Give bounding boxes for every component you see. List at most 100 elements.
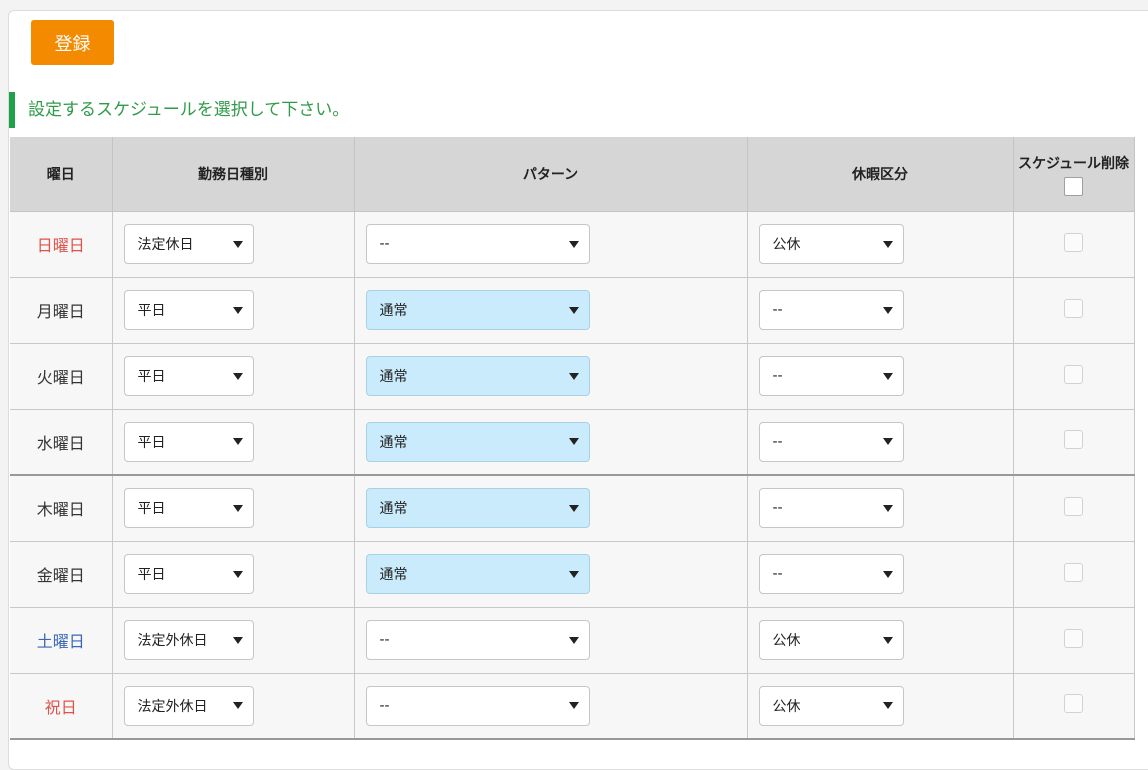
chevron-down-icon	[882, 702, 893, 710]
chevron-down-icon	[568, 372, 579, 380]
leave-value: --	[772, 433, 783, 450]
table-row: 木曜日 平日 通常 --	[10, 475, 1135, 542]
chevron-down-icon	[882, 504, 893, 512]
work-type-select[interactable]: 法定外休日	[123, 685, 254, 726]
chevron-down-icon	[568, 636, 579, 644]
pattern-value: --	[379, 697, 390, 714]
pattern-value: 通常	[379, 501, 408, 518]
leave-value: --	[772, 500, 783, 517]
work-type-select[interactable]: 平日	[123, 290, 254, 330]
pattern-value: 通常	[379, 369, 408, 385]
leave-select[interactable]: 公休	[758, 620, 904, 660]
schedule-table: 曜日 勤務日種別 パターン 休暇区分 スケジュール削除 日曜日 法定休日 -- …	[10, 137, 1135, 740]
work-type-select[interactable]: 法定休日	[123, 224, 254, 264]
schedule-panel: 登録 設定するスケジュールを選択して下さい。 曜日 勤務日種別 パターン 休暇区…	[8, 10, 1148, 770]
delete-checkbox[interactable]	[1064, 562, 1083, 582]
pattern-select[interactable]: --	[365, 620, 590, 660]
day-label: 土曜日	[10, 607, 113, 674]
pattern-select[interactable]: 通常	[365, 421, 590, 462]
pattern-select[interactable]: 通常	[365, 356, 590, 396]
delete-checkbox[interactable]	[1064, 232, 1083, 252]
leave-select[interactable]: 公休	[758, 224, 904, 264]
work-type-value: 法定外休日	[137, 698, 208, 715]
instruction-text: 設定するスケジュールを選択して下さい。	[9, 92, 709, 128]
table-row: 火曜日 平日 通常 --	[10, 343, 1135, 410]
table-row: 日曜日 法定休日 -- 公休	[10, 211, 1135, 278]
chevron-down-icon	[232, 636, 243, 644]
table-row: 祝日 法定外休日 -- 公休	[10, 673, 1135, 740]
work-type-value: 平日	[137, 369, 166, 385]
leave-value: 公休	[772, 633, 801, 649]
chevron-down-icon	[882, 240, 893, 248]
header-delete: スケジュール削除	[1012, 137, 1135, 212]
leave-value: --	[772, 566, 783, 582]
pattern-value: 通常	[379, 434, 408, 451]
chevron-down-icon	[232, 702, 243, 710]
leave-select[interactable]: --	[758, 554, 904, 594]
leave-select[interactable]: --	[758, 290, 904, 330]
pattern-select[interactable]: 通常	[365, 290, 590, 330]
chevron-down-icon	[232, 306, 243, 314]
header-day: 曜日	[10, 137, 113, 212]
header-work-type: 勤務日種別	[111, 137, 355, 212]
chevron-down-icon	[232, 570, 243, 578]
leave-value: 公休	[772, 237, 801, 253]
work-type-value: 平日	[137, 303, 166, 319]
chevron-down-icon	[882, 306, 893, 314]
chevron-down-icon	[882, 372, 893, 380]
work-type-value: 平日	[137, 434, 166, 451]
pattern-value: --	[379, 236, 390, 252]
leave-select[interactable]: 公休	[758, 685, 904, 726]
work-type-value: 平日	[137, 567, 166, 583]
pattern-select[interactable]: 通常	[365, 488, 590, 529]
table-row: 土曜日 法定外休日 -- 公休	[10, 607, 1135, 674]
table-row: 金曜日 平日 通常 --	[10, 541, 1135, 608]
chevron-down-icon	[232, 438, 243, 446]
table-row: 月曜日 平日 通常 --	[10, 277, 1135, 344]
pattern-value: 通常	[379, 567, 408, 583]
pattern-select[interactable]: 通常	[365, 554, 590, 594]
work-type-select[interactable]: 平日	[123, 356, 254, 396]
day-label: 木曜日	[10, 475, 113, 542]
delete-checkbox[interactable]	[1064, 496, 1083, 516]
leave-select[interactable]: --	[758, 421, 904, 462]
table-row: 水曜日 平日 通常 --	[10, 409, 1135, 476]
delete-checkbox[interactable]	[1064, 430, 1083, 450]
chevron-down-icon	[882, 636, 893, 644]
work-type-value: 平日	[137, 501, 166, 518]
chevron-down-icon	[232, 240, 243, 248]
chevron-down-icon	[882, 438, 893, 446]
chevron-down-icon	[232, 504, 243, 512]
work-type-select[interactable]: 平日	[123, 421, 254, 462]
leave-value: --	[772, 368, 783, 384]
delete-all-checkbox[interactable]	[1064, 177, 1083, 197]
chevron-down-icon	[568, 570, 579, 578]
day-label: 祝日	[10, 673, 113, 740]
day-label: 日曜日	[10, 211, 113, 278]
chevron-down-icon	[568, 438, 579, 446]
leave-select[interactable]: --	[758, 488, 904, 529]
chevron-down-icon	[568, 240, 579, 248]
work-type-select[interactable]: 法定外休日	[123, 620, 254, 660]
pattern-value: --	[379, 632, 390, 648]
delete-checkbox[interactable]	[1064, 364, 1083, 384]
leave-value: 公休	[772, 698, 801, 715]
pattern-value: 通常	[379, 303, 408, 319]
delete-checkbox[interactable]	[1064, 694, 1083, 714]
work-type-select[interactable]: 平日	[123, 554, 254, 594]
work-type-select[interactable]: 平日	[123, 488, 254, 529]
table-header-row: 曜日 勤務日種別 パターン 休暇区分 スケジュール削除	[10, 137, 1135, 212]
register-button[interactable]: 登録	[31, 20, 114, 65]
delete-checkbox[interactable]	[1064, 298, 1083, 318]
delete-checkbox[interactable]	[1064, 628, 1083, 648]
day-label: 月曜日	[10, 277, 113, 344]
header-delete-label: スケジュール削除	[1017, 156, 1130, 173]
pattern-select[interactable]: --	[365, 224, 590, 264]
chevron-down-icon	[568, 702, 579, 710]
chevron-down-icon	[232, 372, 243, 380]
chevron-down-icon	[568, 306, 579, 314]
pattern-select[interactable]: --	[365, 685, 590, 726]
leave-select[interactable]: --	[758, 356, 904, 396]
leave-value: --	[772, 302, 783, 318]
header-pattern: パターン	[353, 137, 748, 212]
